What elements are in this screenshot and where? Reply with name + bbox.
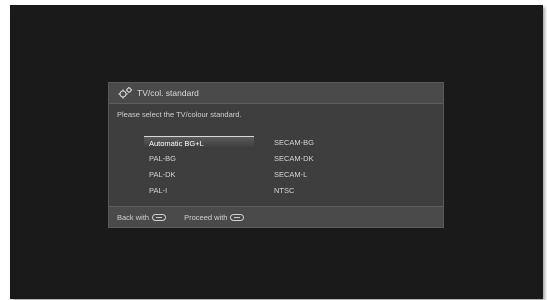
option-secam-dk[interactable]: SECAM-DK (269, 152, 349, 165)
back-label: Back with (117, 212, 150, 222)
option-automatic-bg-l[interactable]: Automatic BG+L (144, 136, 254, 149)
option-secam-bg[interactable]: SECAM-BG (269, 136, 349, 149)
option-pal-bg[interactable]: PAL-BG (144, 152, 254, 165)
standard-options-list: Automatic BG+L PAL-BG PAL-DK PAL-I SECAM… (139, 136, 339, 197)
dialog-footer: Back with Proceed with (109, 206, 443, 227)
option-pal-dk[interactable]: PAL-DK (144, 168, 254, 181)
dialog-prompt: Please select the TV/colour standard. (117, 110, 242, 119)
back-hint[interactable]: Back with (117, 212, 167, 222)
remote-button-icon (152, 213, 167, 221)
option-ntsc[interactable]: NTSC (269, 184, 349, 197)
proceed-hint[interactable]: Proceed with (184, 212, 245, 222)
option-pal-i[interactable]: PAL-I (144, 184, 254, 197)
tv-colour-standard-dialog: TV/col. standard Please select the TV/co… (108, 82, 444, 228)
tv-screen: TV/col. standard Please select the TV/co… (10, 5, 543, 299)
remote-button-icon (230, 213, 245, 221)
gear-icon (118, 87, 132, 99)
dialog-title-bar: TV/col. standard (109, 83, 443, 104)
option-secam-l[interactable]: SECAM-L (269, 168, 349, 181)
dialog-title: TV/col. standard (137, 88, 199, 98)
proceed-label: Proceed with (184, 212, 228, 222)
